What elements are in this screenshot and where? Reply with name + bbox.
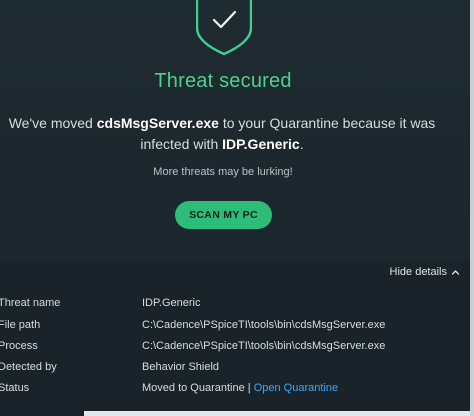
threat-summary-panel: Threat secured We've moved cdsMsgServer.… — [0, 0, 470, 262]
detail-value: IDP.Generic — [142, 297, 201, 309]
detail-label: Process — [0, 340, 38, 352]
detail-value: C:\Cadence\PSpiceTI\tools\bin\cdsMsgServ… — [142, 340, 386, 352]
detail-label: Threat name — [0, 297, 61, 309]
background-window-strip — [84, 411, 470, 416]
message-prefix: We've moved — [8, 115, 97, 131]
infection-name: IDP.Generic — [222, 136, 300, 152]
more-threats-text: More threats may be lurking! — [153, 166, 293, 178]
detail-label: Detected by — [0, 361, 57, 373]
detail-value: C:\Cadence\PSpiceTI\tools\bin\cdsMsgServ… — [142, 319, 386, 331]
chevron-up-icon — [451, 269, 460, 275]
detail-label: File path — [0, 319, 41, 331]
open-quarantine-link[interactable]: Open Quarantine — [254, 382, 338, 394]
detail-row-file-path: File path C:\Cadence\PSpiceTI\tools\bin\… — [0, 319, 470, 337]
hide-details-label: Hide details — [389, 266, 447, 278]
detail-row-process: Process C:\Cadence\PSpiceTI\tools\bin\cd… — [0, 340, 470, 358]
detail-label: Status — [0, 382, 30, 394]
detail-row-status: Status Moved to Quarantine | Open Quaran… — [0, 382, 470, 400]
detail-value-status: Moved to Quarantine | Open Quarantine — [142, 382, 338, 394]
scan-my-pc-button[interactable]: SCAN MY PC — [175, 201, 272, 229]
detail-row-detected-by: Detected by Behavior Shield — [0, 361, 470, 379]
threat-secured-window: Threat secured We've moved cdsMsgServer.… — [0, 0, 474, 416]
detail-row-threat-name: Threat name IDP.Generic — [0, 297, 470, 315]
detail-value: Behavior Shield — [142, 361, 220, 373]
quarantine-message: We've moved cdsMsgServer.exe to your Qua… — [0, 113, 448, 155]
shield-check-icon — [196, 0, 252, 56]
message-suffix: . — [299, 136, 304, 152]
window-edge — [470, 0, 474, 416]
hide-details-toggle[interactable]: Hide details — [390, 266, 460, 278]
status-text: Moved to Quarantine | — [142, 382, 254, 394]
infected-file-name: cdsMsgServer.exe — [96, 115, 219, 131]
page-title: Threat secured — [154, 70, 292, 92]
